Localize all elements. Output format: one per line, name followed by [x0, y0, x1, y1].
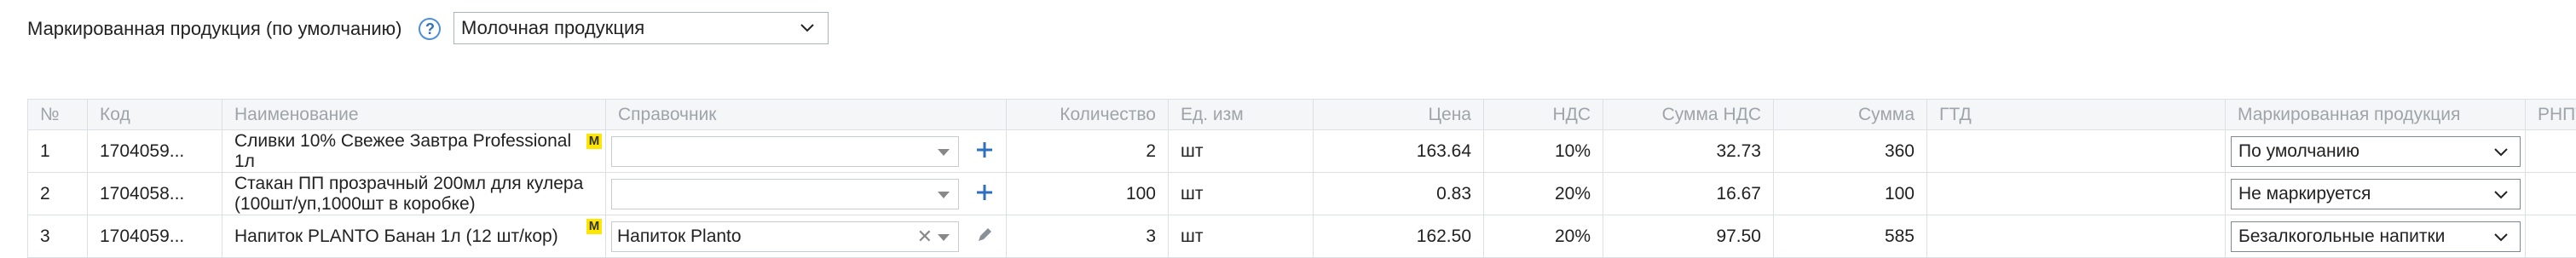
product-name: Напиток PLANTO Банан 1л (12 шт/кор) [234, 226, 558, 246]
reference-combobox[interactable] [611, 136, 959, 167]
default-marked-product-row: Маркированная продукция (по умолчанию) ? [27, 12, 441, 46]
cell-rnpt[interactable] [2526, 130, 2576, 173]
reference-combobox[interactable] [611, 179, 959, 209]
col-header-vat[interactable]: НДС [1484, 100, 1603, 130]
cell-marked: По умолчанию [2226, 130, 2526, 173]
chevron-down-icon [2492, 186, 2510, 204]
cell-code: 1704058... [88, 173, 222, 215]
default-marked-product-value: Молочная продукция [461, 17, 644, 39]
col-header-name[interactable]: Наименование [222, 100, 606, 130]
chevron-down-icon [799, 20, 816, 37]
cell-unit: шт [1169, 173, 1314, 215]
plus-icon[interactable] [975, 140, 994, 159]
marked-product-value: Не маркируется [2238, 184, 2371, 204]
help-icon[interactable]: ? [419, 18, 441, 40]
cell-reference [606, 173, 1007, 215]
cell-name: Стакан ПП прозрачный 200мл для кулера (1… [222, 173, 606, 215]
cell-gtd[interactable] [1927, 215, 2226, 258]
cell-quantity[interactable]: 3 [1007, 215, 1169, 258]
col-header-gtd[interactable]: ГТД [1927, 100, 2226, 130]
col-header-rnpt[interactable]: РНПТ [2526, 100, 2576, 130]
cell-gtd[interactable] [1927, 130, 2226, 173]
table-row: 1 1704059... Сливки 10% Свежее Завтра Pr… [28, 130, 2576, 173]
col-header-code[interactable]: Код [88, 100, 222, 130]
cell-name: Сливки 10% Свежее Завтра Professional 1л… [222, 130, 606, 173]
cell-reference: Напиток Planto ✕ [606, 215, 1007, 258]
pencil-icon[interactable] [975, 226, 994, 244]
cell-quantity[interactable]: 100 [1007, 173, 1169, 215]
marked-product-select[interactable]: По умолчанию [2231, 136, 2521, 167]
marked-product-value: По умолчанию [2238, 141, 2359, 162]
cell-vat: 20% [1484, 215, 1603, 258]
cell-number: 1 [28, 130, 88, 173]
cell-vat: 10% [1484, 130, 1603, 173]
marking-badge: М [586, 134, 602, 149]
cell-sum: 100 [1774, 173, 1927, 215]
caret-down-icon[interactable] [938, 192, 950, 198]
table-header-row: № Код Наименование Справочник Количество… [28, 100, 2576, 130]
reference-combobox[interactable]: Напиток Planto ✕ [611, 221, 959, 252]
cell-vat: 20% [1484, 173, 1603, 215]
cell-code: 1704059... [88, 130, 222, 173]
cell-number: 2 [28, 173, 88, 215]
col-header-number[interactable]: № [28, 100, 88, 130]
marked-product-value: Безалкогольные напитки [2238, 226, 2445, 247]
col-header-price[interactable]: Цена [1314, 100, 1484, 130]
product-name: Стакан ПП прозрачный 200мл для кулера (1… [234, 174, 583, 214]
reference-value: Напиток Planto [617, 226, 742, 247]
default-marked-product-label: Маркированная продукция (по умолчанию) [27, 18, 401, 40]
cell-price[interactable]: 163.64 [1314, 130, 1484, 173]
cell-vat-sum: 97.50 [1603, 215, 1774, 258]
cell-marked: Безалкогольные напитки [2226, 215, 2526, 258]
cell-vat-sum: 16.67 [1603, 173, 1774, 215]
cell-reference [606, 130, 1007, 173]
cell-marked: Не маркируется [2226, 173, 2526, 215]
marking-badge: М [586, 219, 602, 234]
cell-rnpt[interactable] [2526, 173, 2576, 215]
caret-down-icon[interactable] [938, 149, 950, 156]
cell-sum: 360 [1774, 130, 1927, 173]
col-header-unit[interactable]: Ед. изм [1169, 100, 1314, 130]
cell-unit: шт [1169, 130, 1314, 173]
marked-product-select[interactable]: Не маркируется [2231, 179, 2521, 209]
col-header-reference[interactable]: Справочник [606, 100, 1007, 130]
cell-price[interactable]: 162.50 [1314, 215, 1484, 258]
plus-icon[interactable] [975, 183, 994, 202]
col-header-sum[interactable]: Сумма [1774, 100, 1927, 130]
cell-gtd[interactable] [1927, 173, 2226, 215]
default-marked-product-select[interactable]: Молочная продукция [453, 12, 829, 44]
cell-number: 3 [28, 215, 88, 258]
caret-down-icon[interactable] [938, 234, 950, 241]
col-header-marked[interactable]: Маркированная продукция [2226, 100, 2526, 130]
cell-vat-sum: 32.73 [1603, 130, 1774, 173]
cell-name: Напиток PLANTO Банан 1л (12 шт/кор) М [222, 215, 606, 258]
product-name: Сливки 10% Свежее Завтра Professional 1л [234, 131, 571, 171]
chevron-down-icon [2492, 144, 2510, 161]
col-header-vat-sum[interactable]: Сумма НДС [1603, 100, 1774, 130]
cell-unit: шт [1169, 215, 1314, 258]
chevron-down-icon [2492, 229, 2510, 246]
cell-rnpt[interactable] [2526, 215, 2576, 258]
marked-product-select[interactable]: Безалкогольные напитки [2231, 221, 2521, 252]
table-row: 2 1704058... Стакан ПП прозрачный 200мл … [28, 173, 2576, 215]
clear-icon[interactable]: ✕ [917, 226, 933, 248]
cell-sum: 585 [1774, 215, 1927, 258]
cell-price[interactable]: 0.83 [1314, 173, 1484, 215]
cell-quantity[interactable]: 2 [1007, 130, 1169, 173]
table-row: 3 1704059... Напиток PLANTO Банан 1л (12… [28, 215, 2576, 258]
products-table: № Код Наименование Справочник Количество… [27, 99, 2576, 258]
col-header-quantity[interactable]: Количество [1007, 100, 1169, 130]
cell-code: 1704059... [88, 215, 222, 258]
